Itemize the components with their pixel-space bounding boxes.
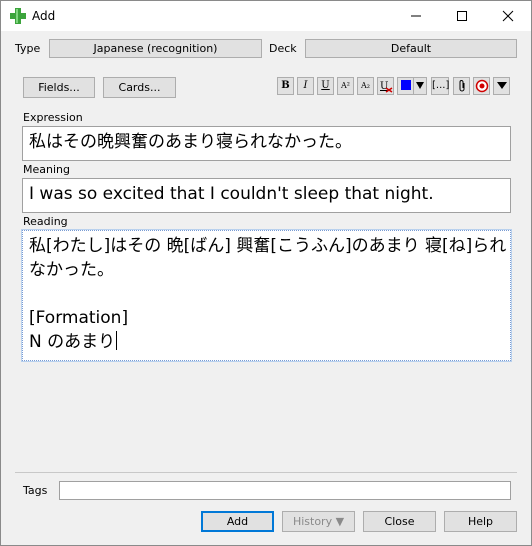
minimize-button[interactable] <box>393 1 439 31</box>
tags-input[interactable] <box>59 481 511 500</box>
superscript-button[interactable]: A² <box>337 77 354 95</box>
attach-icon <box>459 80 464 92</box>
plus-icon <box>10 8 26 24</box>
close-window-button[interactable] <box>485 1 531 31</box>
minimize-icon <box>411 15 421 17</box>
color-dropdown-icon <box>416 82 424 89</box>
subscript-button[interactable]: A₂ <box>357 77 374 95</box>
fields-button[interactable]: Fields... <box>23 77 95 98</box>
record-icon <box>475 79 488 93</box>
note-type-selector[interactable]: Japanese (recognition) <box>49 39 262 58</box>
window-title: Add <box>32 9 56 23</box>
expression-text: 私はその晩興奮のあまり寝られなかった。 <box>29 132 352 152</box>
expression-label: Expression <box>23 111 83 124</box>
separator <box>15 472 517 473</box>
add-button[interactable]: Add <box>201 511 274 532</box>
reading-field[interactable]: 私[わたし]はその 晩[ばん] 興奮[こうふん]のあまり 寝[ね]られ なかった… <box>21 229 512 362</box>
attach-button[interactable] <box>453 77 470 95</box>
more-options-button[interactable] <box>493 77 510 95</box>
close-button[interactable]: Close <box>363 511 436 532</box>
meaning-label: Meaning <box>23 163 70 176</box>
reading-line-5-text: N のあまり <box>29 332 116 352</box>
expression-field[interactable]: 私はその晩興奮のあまり寝られなかった。 <box>22 126 511 161</box>
reading-blank-line <box>29 282 504 306</box>
more-dropdown-icon <box>496 82 507 89</box>
history-button[interactable]: History ▼ <box>282 511 355 532</box>
underline-button[interactable]: U <box>317 77 334 95</box>
clear-format-icon: U <box>380 81 392 93</box>
title-bar: Add <box>1 1 531 31</box>
record-audio-button[interactable] <box>473 77 490 95</box>
meaning-field[interactable]: I was so excited that I couldn't sleep t… <box>22 178 511 213</box>
help-button[interactable]: Help <box>444 511 517 532</box>
cards-button[interactable]: Cards... <box>103 77 176 98</box>
reading-label: Reading <box>23 215 68 228</box>
meaning-text: I was so excited that I couldn't sleep t… <box>29 184 434 204</box>
type-label: Type <box>15 42 41 55</box>
text-color-icon <box>400 80 411 90</box>
cloze-button[interactable]: [...] <box>431 77 449 95</box>
deck-label: Deck <box>269 42 297 55</box>
deck-selector[interactable]: Default <box>305 39 517 58</box>
bold-button[interactable]: B <box>277 77 294 95</box>
tags-label: Tags <box>23 484 48 497</box>
reading-line-4: [Formation] <box>29 308 129 328</box>
clear-formatting-button[interactable]: U <box>377 77 394 95</box>
close-icon <box>502 10 514 22</box>
reading-line-5: N のあまり <box>29 330 504 354</box>
reading-line-2: なかった。 <box>29 260 114 280</box>
maximize-icon <box>457 11 467 21</box>
text-color-button[interactable] <box>397 77 414 95</box>
text-caret <box>116 331 118 350</box>
reading-line-1: 私[わたし]はその 晩[ばん] 興奮[こうふん]のあまり 寝[ね]られ <box>29 236 507 256</box>
italic-button[interactable]: I <box>297 77 314 95</box>
color-dropdown-button[interactable] <box>413 77 427 95</box>
add-window: Add Type Japanese (recognition) Deck Def… <box>0 0 532 546</box>
maximize-button[interactable] <box>439 1 485 31</box>
